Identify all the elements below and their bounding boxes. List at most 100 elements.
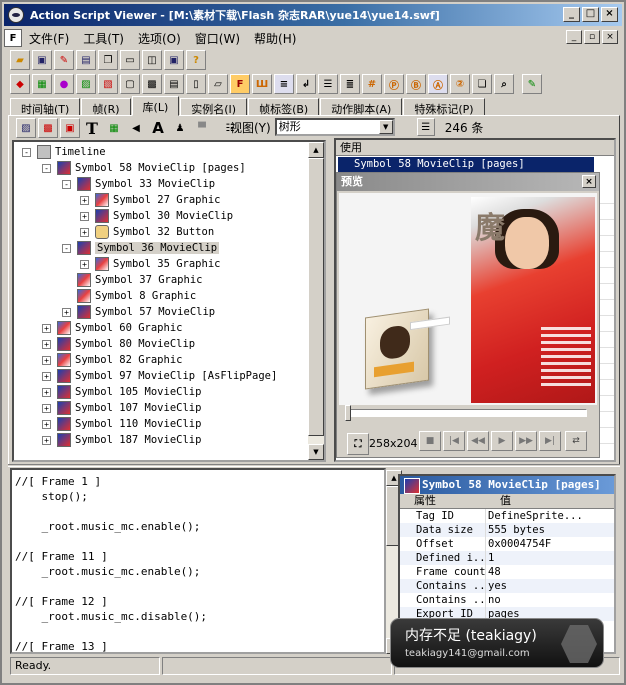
menu-help[interactable]: 帮助(H) (247, 30, 303, 47)
last-frame-icon[interactable]: ▶| (539, 431, 561, 451)
expand-icon[interactable]: + (42, 339, 51, 349)
font-f-icon[interactable]: F (230, 74, 250, 94)
a-icon[interactable]: Ⓐ (428, 74, 448, 94)
disk-save-icon[interactable]: ▣ (164, 50, 184, 70)
mdi-minimize-button[interactable]: _ (566, 30, 582, 44)
diamond-icon[interactable]: ◆ (10, 74, 30, 94)
col-value[interactable]: 值 (486, 494, 511, 508)
property-row[interactable]: Data size 555 bytes (400, 523, 614, 537)
tree-item[interactable]: - Symbol 36 MovieClip (62, 240, 220, 256)
movieclip-view-icon[interactable]: ▩ (38, 118, 58, 138)
edit-pen-icon[interactable]: ✎ (522, 74, 542, 94)
two-icon[interactable]: ② (450, 74, 470, 94)
tree-item[interactable]: + Symbol 82 Graphic (42, 352, 182, 368)
button-view-icon[interactable]: ▀ (192, 118, 212, 138)
expand-icon[interactable]: + (42, 323, 51, 333)
chevron-down-icon[interactable]: ▼ (378, 120, 393, 134)
tree-item[interactable]: + Symbol 110 MovieClip (42, 416, 201, 432)
tab-actionscript[interactable]: 动作脚本(A) (320, 98, 403, 116)
mdi-close-button[interactable]: × (602, 30, 618, 44)
tree-item[interactable]: + Symbol 57 MovieClip (62, 304, 215, 320)
tree-item[interactable]: - Symbol 58 MovieClip [pages] (42, 160, 246, 176)
preview-close-button[interactable]: × (582, 175, 596, 188)
play-icon[interactable]: ▶ (491, 431, 513, 451)
picture-icon[interactable]: ▩ (142, 74, 162, 94)
tree-item[interactable]: + Symbol 107 MovieClip (42, 400, 201, 416)
first-frame-icon[interactable]: |◀ (443, 431, 465, 451)
font-view-icon[interactable]: A (148, 118, 168, 138)
tree-item[interactable]: Symbol 37 Graphic (62, 272, 202, 288)
find-icon[interactable]: ⌕ (494, 74, 514, 94)
list-icon[interactable]: ☰ (318, 74, 338, 94)
collapse-icon[interactable]: - (62, 179, 71, 189)
window-cascade-icon[interactable]: ❐ (98, 50, 118, 70)
expand-icon[interactable]: + (42, 371, 51, 381)
tree-item[interactable]: - Symbol 33 MovieClip (62, 176, 215, 192)
expand-icon[interactable]: + (80, 195, 89, 205)
expand-icon[interactable]: + (80, 211, 89, 221)
close-button[interactable]: × (601, 7, 618, 22)
tree-item[interactable]: Symbol 8 Graphic (62, 288, 196, 304)
menu-options[interactable]: 选项(O) (131, 30, 188, 47)
scroll-up-arrow[interactable]: ▲ (308, 142, 324, 158)
expand-icon[interactable]: + (42, 419, 51, 429)
tab-instances[interactable]: 实例名(I) (180, 98, 248, 116)
rewind-icon[interactable]: ◀◀ (467, 431, 489, 451)
properties-list[interactable]: Tag ID DefineSprite... Data size 555 bytes O… (400, 509, 614, 635)
page-edit-icon[interactable]: ▱ (208, 74, 228, 94)
property-row[interactable]: Defined i... 1 (400, 551, 614, 565)
copy-icon[interactable]: ❏ (472, 74, 492, 94)
tree-item[interactable]: + Symbol 30 MovieClip (80, 208, 233, 224)
window-tile-icon[interactable]: ▭ (120, 50, 140, 70)
notification-toast[interactable]: 内存不足 (teakiagy) teakiagy141@gmail.com (390, 618, 604, 668)
collapse-icon[interactable]: - (62, 243, 71, 253)
property-row[interactable]: Contains ... yes (400, 579, 614, 593)
menu-tools[interactable]: 工具(T) (76, 30, 131, 47)
import-icon[interactable]: ↲ (296, 74, 316, 94)
timeline-slider-track[interactable] (347, 409, 587, 417)
expand-icon[interactable]: + (62, 307, 71, 317)
library-tree[interactable]: - Timeline - Symbol 58 MovieClip [pages] - Sy… (12, 140, 326, 462)
usage-selected-row[interactable]: Symbol 58 MovieClip [pages] (338, 157, 594, 172)
tree-item[interactable]: + Symbol 35 Graphic (80, 256, 220, 272)
hash-icon[interactable]: # (362, 74, 382, 94)
expand-icon[interactable]: + (80, 259, 89, 269)
graphic-view-icon[interactable]: ▣ (60, 118, 80, 138)
loop-icon[interactable]: ⇄ (565, 431, 587, 451)
color-wheel-icon[interactable]: ● (54, 74, 74, 94)
property-row[interactable]: Frame count 48 (400, 565, 614, 579)
expand-icon[interactable]: + (42, 403, 51, 413)
view-combo[interactable]: 树形 ▼ (274, 118, 395, 136)
tree-item[interactable]: - Timeline (22, 144, 106, 160)
frame-icon[interactable]: ▢ (120, 74, 140, 94)
tree-item[interactable]: + Symbol 60 Graphic (42, 320, 182, 336)
text-lines-icon[interactable]: ≣ (340, 74, 360, 94)
tree-item[interactable]: + Symbol 97 MovieClip [AsFlipPage] (42, 368, 277, 384)
tab-frames[interactable]: 帧(R) (81, 98, 131, 116)
save-as-icon[interactable]: ▤ (76, 50, 96, 70)
tree-scrollbar[interactable]: ▲ ▼ (308, 142, 324, 460)
expand-icon[interactable]: + (42, 355, 51, 365)
tree-item[interactable]: + Symbol 187 MovieClip (42, 432, 201, 448)
expand-icon[interactable]: + (80, 227, 89, 237)
video-view-icon[interactable]: ♟ (170, 118, 190, 138)
unicode-icon[interactable]: Ш (252, 74, 272, 94)
sound-view-icon[interactable]: ◀ (126, 118, 146, 138)
p-icon[interactable]: Ⓟ (384, 74, 404, 94)
tree-item[interactable]: + Symbol 80 MovieClip (42, 336, 195, 352)
col-key[interactable]: 属性 (400, 494, 486, 508)
expand-icon[interactable]: + (42, 435, 51, 445)
expand-icon[interactable]: + (42, 387, 51, 397)
details-list-icon[interactable]: ☰ (416, 118, 435, 136)
text-view-icon[interactable]: T (82, 118, 102, 138)
horizontal-splitter[interactable] (8, 464, 620, 467)
scroll-down-arrow[interactable]: ▼ (308, 444, 324, 460)
open-folder-icon[interactable]: ▰ (10, 50, 30, 70)
swf-file-icon[interactable]: ✎ (54, 50, 74, 70)
timeline-slider-thumb[interactable] (345, 405, 351, 421)
window-split-icon[interactable]: ◫ (142, 50, 162, 70)
palette-icon[interactable]: ▦ (32, 74, 52, 94)
tree-item[interactable]: + Symbol 32 Button (80, 224, 214, 240)
actionscript-code-view[interactable]: //[ Frame 1 ] stop(); _root.music_mc.ena… (10, 468, 386, 654)
align-left-icon[interactable]: ≡ (274, 74, 294, 94)
